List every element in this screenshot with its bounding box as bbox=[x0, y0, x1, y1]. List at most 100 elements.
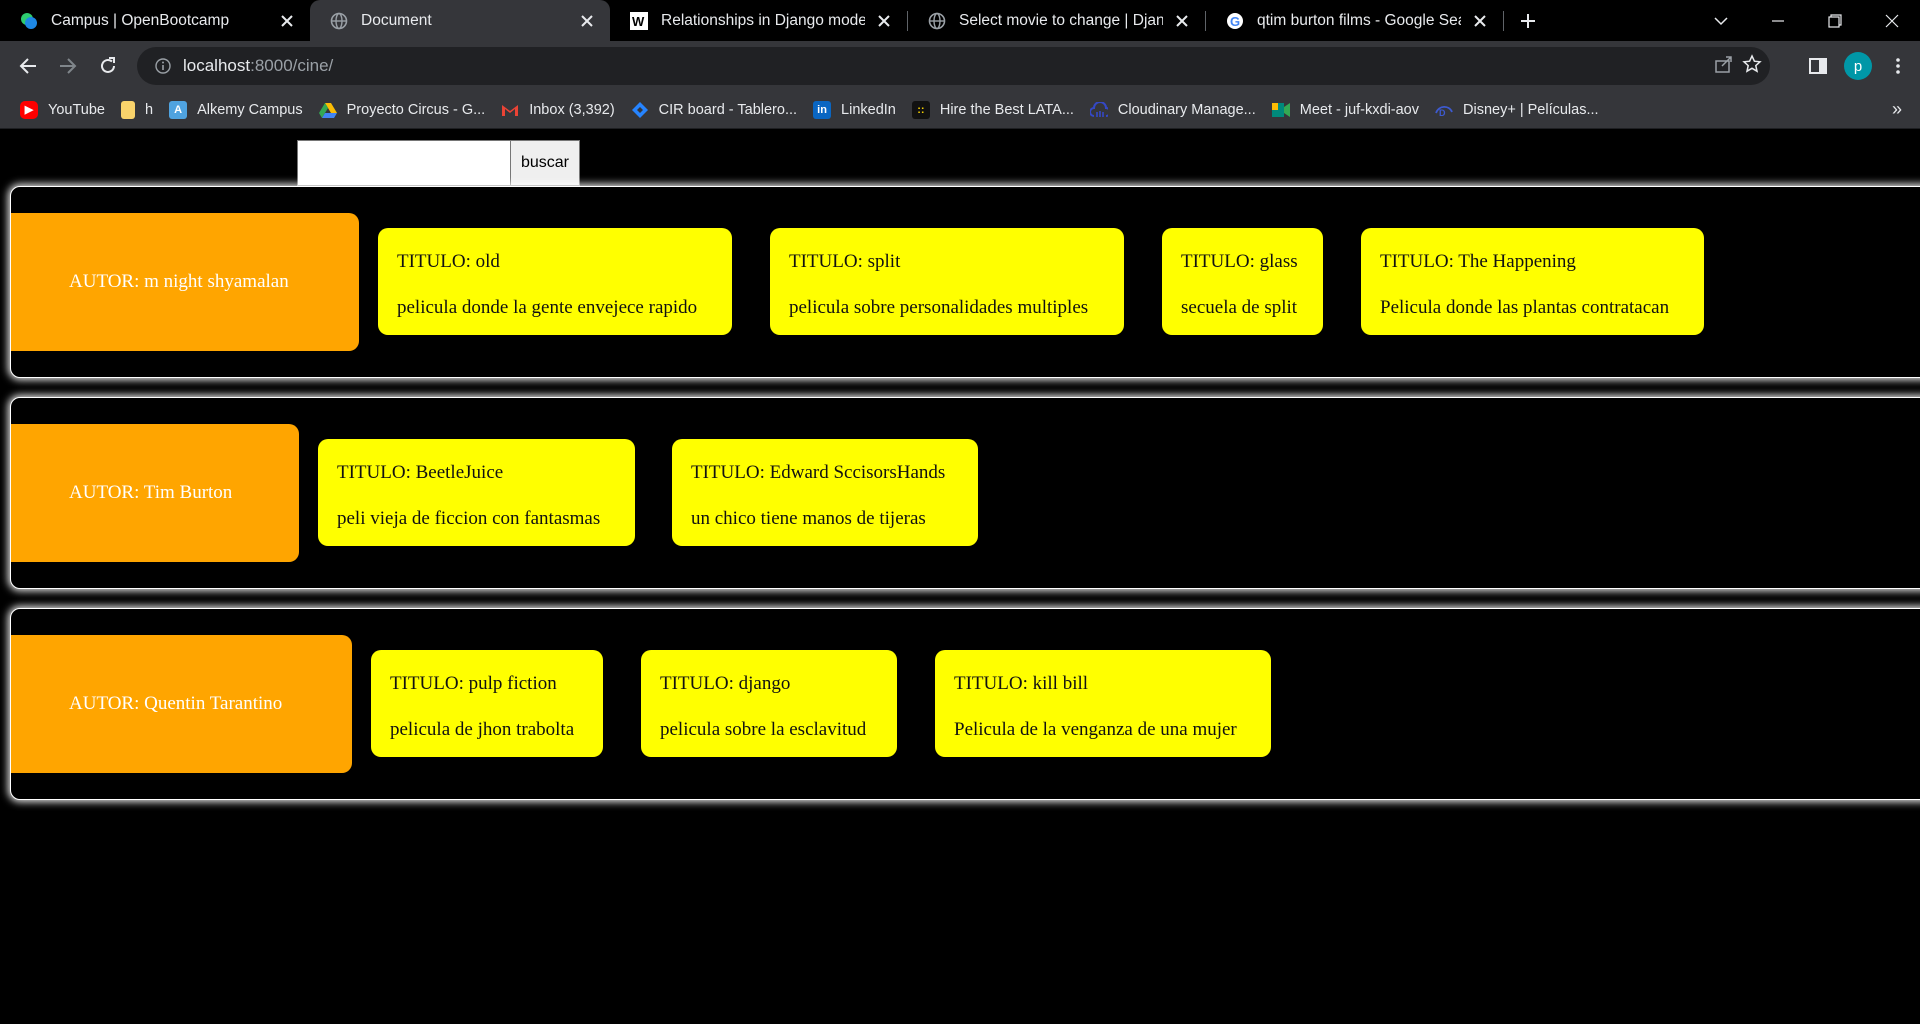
youtube-icon: ▶ bbox=[20, 100, 38, 119]
address-bar[interactable]: localhost:8000/cine/ bbox=[137, 47, 1770, 85]
movie-title: TITULO: old bbox=[397, 251, 500, 272]
search-button[interactable]: buscar bbox=[510, 140, 580, 186]
movie-card: TITULO: split pelicula sobre personalida… bbox=[770, 228, 1124, 335]
movie-card: TITULO: pulp fiction pelicula de jhon tr… bbox=[371, 650, 603, 757]
bookmark-alkemy[interactable]: A Alkemy Campus bbox=[161, 96, 311, 124]
w-icon: W bbox=[630, 11, 648, 30]
movie-title: TITULO: glass bbox=[1181, 251, 1298, 272]
movie-title: TITULO: Edward SccisorsHands bbox=[691, 462, 946, 483]
menu-button[interactable] bbox=[1878, 46, 1918, 86]
forward-button[interactable] bbox=[48, 46, 88, 86]
movie-title: TITULO: kill bill bbox=[954, 673, 1089, 694]
author-row: AUTOR: Quentin Tarantino TITULO: pulp fi… bbox=[10, 608, 1920, 800]
bookmark-youtube[interactable]: ▶ YouTube bbox=[12, 96, 113, 124]
bookmark-label: Inbox (3,392) bbox=[529, 101, 615, 118]
tab-search-button[interactable] bbox=[1692, 0, 1749, 41]
minimize-icon bbox=[1771, 19, 1784, 22]
reload-icon bbox=[101, 57, 115, 73]
movie-card: TITULO: The Happening Pelicula donde las… bbox=[1361, 228, 1704, 335]
movie-description: pelicula sobre la esclavitud bbox=[660, 719, 867, 740]
hire-icon: :: bbox=[911, 100, 930, 119]
close-icon[interactable] bbox=[278, 12, 296, 30]
bookmark-meet[interactable]: Meet - juf-kxdi-aov bbox=[1264, 96, 1427, 124]
globe-icon bbox=[928, 12, 946, 30]
close-window-button[interactable] bbox=[1863, 0, 1920, 41]
bookmark-cloudinary[interactable]: Cloudinary Manage... bbox=[1082, 96, 1264, 124]
bookmark-jira[interactable]: CIR board - Tablero... bbox=[623, 96, 805, 124]
movie-card: TITULO: Edward SccisorsHands un chico ti… bbox=[672, 439, 978, 546]
url-text[interactable]: localhost:8000/cine/ bbox=[183, 56, 333, 76]
gmail-icon bbox=[501, 101, 519, 119]
movie-title: TITULO: The Happening bbox=[1380, 251, 1576, 272]
minimize-button[interactable] bbox=[1749, 0, 1806, 41]
movie-description: peli vieja de ficcion con fantasmas bbox=[337, 508, 601, 529]
bookmark-gmail[interactable]: Inbox (3,392) bbox=[493, 96, 622, 124]
bookmark-hire[interactable]: :: Hire the Best LATA... bbox=[904, 96, 1082, 124]
close-icon[interactable] bbox=[875, 12, 893, 30]
tab-title: Select movie to change | Django bbox=[959, 11, 1163, 29]
bookmark-label: Meet - juf-kxdi-aov bbox=[1299, 101, 1419, 118]
bookmarks-overflow-button[interactable]: » bbox=[1892, 99, 1902, 120]
movie-description: pelicula de jhon trabolta bbox=[390, 719, 575, 740]
side-panel-button[interactable] bbox=[1798, 46, 1838, 86]
movie-card: TITULO: kill bill Pelicula de la venganz… bbox=[935, 650, 1271, 757]
tab-google-search[interactable]: G qtim burton films - Google Searc bbox=[1206, 0, 1503, 41]
movie-card: TITULO: BeetleJuice peli vieja de ficcio… bbox=[318, 439, 635, 546]
restore-button[interactable] bbox=[1806, 0, 1863, 41]
bookmark-folder-h[interactable]: h bbox=[113, 96, 161, 124]
cloudinary-icon bbox=[1089, 101, 1108, 119]
close-icon bbox=[1885, 14, 1898, 27]
jira-icon bbox=[631, 101, 649, 119]
side-panel-icon bbox=[1809, 58, 1827, 74]
close-icon[interactable] bbox=[578, 12, 596, 30]
bookmark-label: Alkemy Campus bbox=[197, 101, 303, 118]
author-row: AUTOR: Tim Burton TITULO: BeetleJuice pe… bbox=[10, 397, 1920, 589]
close-icon[interactable] bbox=[1471, 12, 1489, 30]
openbootcamp-icon bbox=[20, 12, 38, 30]
movie-description: un chico tiene manos de tijeras bbox=[691, 508, 926, 529]
tab-strip: Campus | OpenBootcamp Document W Relatio… bbox=[0, 0, 1920, 41]
bookmark-label: LinkedIn bbox=[841, 101, 896, 118]
tab-django-admin[interactable]: Select movie to change | Django bbox=[908, 0, 1205, 41]
svg-text:D: D bbox=[1439, 108, 1446, 117]
movie-title: TITULO: split bbox=[789, 251, 901, 272]
bookmark-label: CIR board - Tablero... bbox=[658, 101, 798, 118]
tab-document[interactable]: Document bbox=[310, 0, 610, 41]
page-content: buscar AUTOR: m night shyamalan TITULO: … bbox=[0, 129, 1920, 1024]
bookmark-disney[interactable]: D Disney+ | Películas... bbox=[1427, 96, 1607, 124]
bookmark-drive[interactable]: Proyecto Circus - G... bbox=[311, 96, 494, 124]
movie-description: pelicula donde la gente envejece rapido bbox=[397, 297, 698, 318]
browser-toolbar: localhost:8000/cine/ p bbox=[0, 41, 1920, 91]
close-icon[interactable] bbox=[1173, 12, 1191, 30]
movie-card: TITULO: old pelicula donde la gente enve… bbox=[378, 228, 732, 335]
author-label: AUTOR: m night shyamalan bbox=[11, 213, 359, 351]
bookmark-label: Disney+ | Películas... bbox=[1463, 101, 1599, 118]
meet-icon bbox=[1271, 101, 1290, 119]
svg-text:G: G bbox=[1230, 14, 1240, 29]
bookmark-label: Hire the Best LATA... bbox=[939, 101, 1074, 118]
movie-card: TITULO: glass secuela de split bbox=[1162, 228, 1323, 335]
tab-title: Campus | OpenBootcamp bbox=[51, 11, 230, 29]
disney-icon: D bbox=[1435, 101, 1453, 119]
google-icon: G bbox=[1226, 12, 1244, 30]
linkedin-icon: in bbox=[813, 100, 832, 119]
reload-button[interactable] bbox=[88, 46, 128, 86]
author-label: AUTOR: Tim Burton bbox=[11, 424, 299, 562]
window-controls bbox=[1692, 0, 1920, 41]
share-icon[interactable] bbox=[1714, 54, 1734, 79]
tab-django-relationships[interactable]: W Relationships in Django models bbox=[610, 0, 907, 41]
plus-icon bbox=[1521, 13, 1535, 28]
info-icon[interactable] bbox=[143, 58, 183, 74]
new-tab-button[interactable] bbox=[1508, 0, 1548, 41]
tab-openbootcamp[interactable]: Campus | OpenBootcamp bbox=[0, 0, 310, 41]
movie-description: Pelicula de la venganza de una mujer bbox=[954, 719, 1237, 740]
arrow-right-icon bbox=[60, 58, 77, 74]
search-input[interactable] bbox=[297, 140, 510, 186]
bookmark-label: h bbox=[144, 101, 154, 118]
profile-button[interactable]: p bbox=[1838, 46, 1878, 86]
back-button[interactable] bbox=[8, 46, 48, 86]
star-icon[interactable] bbox=[1742, 53, 1762, 79]
chevron-down-icon bbox=[1713, 16, 1728, 25]
bookmark-linkedin[interactable]: in LinkedIn bbox=[805, 96, 904, 124]
url-path: :8000/cine/ bbox=[250, 56, 334, 75]
